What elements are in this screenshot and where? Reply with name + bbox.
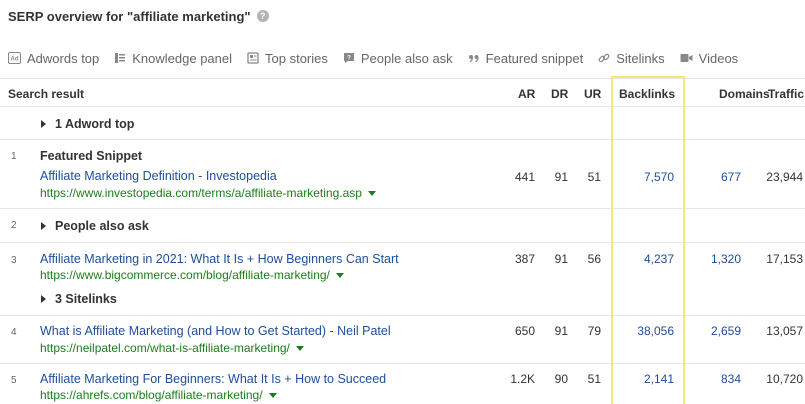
table-row: 3 Affiliate Marketing in 2021: What It I… <box>0 243 805 316</box>
feature-label: People also ask <box>360 50 453 66</box>
url-text: https://neilpatel.com/what-is-affiliate-… <box>40 341 290 355</box>
feature-top-stories[interactable]: Top stories <box>247 51 328 66</box>
result-title-link[interactable]: Affiliate Marketing Definition - Investo… <box>40 169 277 183</box>
svg-text:?: ? <box>347 56 351 62</box>
url-dropdown-icon[interactable] <box>268 392 277 398</box>
traffic-value: 13,057 <box>766 324 803 338</box>
feature-knowledge-panel[interactable]: Knowledge panel <box>114 51 232 66</box>
col-dr[interactable]: DR <box>551 87 568 101</box>
position-number: 1 <box>11 151 17 162</box>
url-dropdown-icon[interactable] <box>367 190 376 196</box>
people-also-ask-icon: ? <box>343 53 354 63</box>
result-title-link[interactable]: Affiliate Marketing For Beginners: What … <box>40 372 386 386</box>
position-number: 4 <box>11 327 17 338</box>
ar-value: 441 <box>514 170 535 184</box>
feature-label: Top stories <box>265 50 328 66</box>
ar-value: 387 <box>514 252 535 266</box>
svg-text:Ad: Ad <box>11 57 19 63</box>
group-label: 3 Sitelinks <box>55 292 117 306</box>
people-also-ask-toggle[interactable]: People also ask <box>41 219 149 233</box>
dr-value: 91 <box>554 324 568 338</box>
top-stories-icon <box>247 52 259 64</box>
table-row: 5 Affiliate Marketing For Beginners: Wha… <box>0 364 805 404</box>
adwords-icon: Ad <box>8 52 21 64</box>
col-search-result[interactable]: Search result <box>8 87 84 101</box>
dr-value: 91 <box>554 170 568 184</box>
expand-caret-icon <box>41 222 46 230</box>
expand-caret-icon <box>41 295 46 303</box>
result-url[interactable]: https://ahrefs.com/blog/affiliate-market… <box>40 388 277 402</box>
featured-snippet-label: Featured Snippet <box>40 149 143 163</box>
col-ar[interactable]: AR <box>518 87 535 101</box>
feature-videos[interactable]: Videos <box>680 50 739 66</box>
table-row: 4 What is Affiliate Marketing (and How t… <box>0 316 805 364</box>
position-number: 3 <box>11 255 17 266</box>
page-title: SERP overview for "affiliate marketing" <box>8 8 251 24</box>
col-traffic[interactable]: Traffic <box>768 87 804 101</box>
adwords-group-toggle[interactable]: 1 Adword top <box>41 117 134 131</box>
result-title-link[interactable]: What is Affiliate Marketing (and How to … <box>40 324 391 338</box>
knowledge-panel-icon <box>115 53 126 63</box>
traffic-value: 17,153 <box>766 252 803 266</box>
group-label: 1 Adword top <box>55 117 135 131</box>
serp-features-bar: Ad Adwords top Knowledge panel Top stori… <box>8 48 753 68</box>
feature-label: Featured snippet <box>485 50 584 66</box>
backlinks-value[interactable]: 7,570 <box>644 170 674 184</box>
ur-value: 51 <box>587 170 601 184</box>
feature-label: Videos <box>698 50 739 66</box>
feature-label: Knowledge panel <box>132 50 233 66</box>
feature-label: Sitelinks <box>616 50 665 66</box>
group-label: People also ask <box>55 219 149 233</box>
domains-value[interactable]: 1,320 <box>711 252 741 266</box>
feature-label: Adwords top <box>27 50 100 66</box>
dr-value: 91 <box>554 252 568 266</box>
table-header: Search result AR DR UR Backlinks Domains… <box>0 78 805 107</box>
ar-value: 1.2K <box>510 372 535 386</box>
url-dropdown-icon[interactable] <box>295 345 304 351</box>
traffic-value: 23,944 <box>766 170 803 184</box>
table-row-adwords[interactable]: 1 Adword top <box>0 108 805 140</box>
expand-caret-icon <box>41 120 46 128</box>
ur-value: 51 <box>587 372 601 386</box>
table-row[interactable]: 2 People also ask <box>0 209 805 243</box>
ar-value: 650 <box>514 324 535 338</box>
domains-value[interactable]: 677 <box>721 170 741 184</box>
position-number: 2 <box>11 220 17 231</box>
quote-icon <box>468 55 479 63</box>
url-dropdown-icon[interactable] <box>335 272 344 278</box>
domains-value[interactable]: 2,659 <box>711 324 741 338</box>
page-header: SERP overview for "affiliate marketing" … <box>8 7 269 25</box>
url-text: https://www.bigcommerce.com/blog/affilia… <box>40 268 330 282</box>
help-icon[interactable]: ? <box>256 10 269 22</box>
table-row: 1 Featured Snippet Affiliate Marketing D… <box>0 140 805 209</box>
result-url[interactable]: https://www.bigcommerce.com/blog/affilia… <box>40 268 344 282</box>
ur-value: 56 <box>587 252 601 266</box>
col-backlinks[interactable]: Backlinks <box>619 87 675 101</box>
feature-sitelinks[interactable]: Sitelinks <box>598 50 665 66</box>
link-icon <box>598 53 610 63</box>
backlinks-value[interactable]: 38,056 <box>637 324 674 338</box>
feature-people-also-ask[interactable]: ? People also ask <box>343 51 453 66</box>
position-number: 5 <box>11 375 17 386</box>
feature-featured-snippet[interactable]: Featured snippet <box>468 50 584 66</box>
backlinks-value[interactable]: 4,237 <box>644 252 674 266</box>
sitelinks-toggle[interactable]: 3 Sitelinks <box>41 292 117 306</box>
traffic-value: 10,720 <box>766 372 803 386</box>
result-title-link[interactable]: Affiliate Marketing in 2021: What It Is … <box>40 252 399 266</box>
backlinks-value[interactable]: 2,141 <box>644 372 674 386</box>
url-text: https://ahrefs.com/blog/affiliate-market… <box>40 388 263 402</box>
ur-value: 79 <box>587 324 601 338</box>
dr-value: 90 <box>554 372 568 386</box>
result-url[interactable]: https://www.investopedia.com/terms/a/aff… <box>40 186 376 200</box>
result-url[interactable]: https://neilpatel.com/what-is-affiliate-… <box>40 341 304 355</box>
feature-adwords-top[interactable]: Ad Adwords top <box>8 51 99 66</box>
col-ur[interactable]: UR <box>584 87 601 101</box>
col-domains[interactable]: Domains <box>719 87 770 101</box>
video-icon <box>680 54 693 62</box>
domains-value[interactable]: 834 <box>721 372 741 386</box>
url-text: https://www.investopedia.com/terms/a/aff… <box>40 186 362 200</box>
